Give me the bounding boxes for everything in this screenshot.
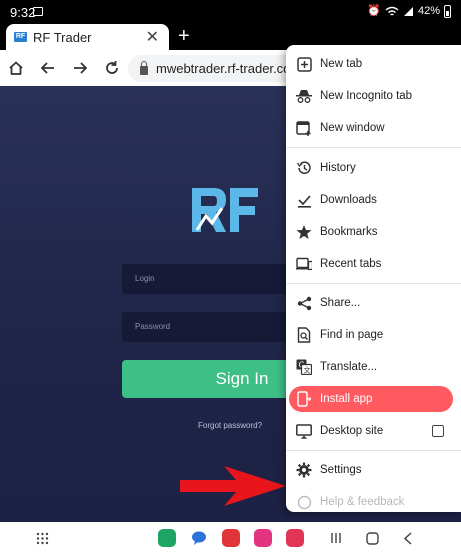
arrow-right-icon	[74, 62, 88, 74]
tab-favicon-icon: RF	[14, 32, 27, 42]
menu-label: New Incognito tab	[320, 90, 413, 102]
wifi-icon	[385, 6, 399, 15]
signal-icon	[403, 6, 413, 16]
menu-item-translate[interactable]: G文 Translate...	[286, 351, 461, 383]
star-icon	[296, 224, 312, 240]
devices-icon	[296, 256, 312, 272]
new-window-icon	[296, 120, 312, 136]
red-arrow-annotation-icon	[180, 466, 286, 506]
menu-label: Settings	[320, 464, 362, 476]
menu-item-downloads[interactable]: Downloads	[286, 184, 461, 216]
menu-label: Bookmarks	[320, 226, 378, 238]
home-nav-icon	[365, 531, 379, 545]
tab-rf-trader[interactable]: RF RF Trader ✕	[6, 24, 169, 50]
address-bar[interactable]: mwebtrader.rf-trader.com/	[128, 55, 308, 82]
install-app-icon	[296, 391, 312, 407]
download-icon	[296, 192, 312, 208]
menu-label: New tab	[320, 58, 363, 70]
camera-app-icon[interactable]	[286, 529, 304, 547]
menu-divider	[286, 283, 461, 284]
arrow-left-icon	[40, 62, 54, 74]
menu-item-bookmarks[interactable]: Bookmarks	[286, 216, 461, 248]
status-time: 9:32	[10, 5, 36, 20]
history-icon	[296, 160, 312, 176]
menu-label: Translate...	[320, 361, 378, 373]
forward-button[interactable]	[68, 56, 92, 80]
menu-item-share[interactable]: Share...	[286, 287, 461, 319]
menu-label: Help & feedback	[320, 496, 405, 508]
menu-divider	[286, 147, 461, 148]
lock-icon	[140, 61, 148, 75]
menu-label: New window	[320, 122, 385, 134]
recents-button[interactable]	[328, 529, 344, 547]
menu-label: Desktop site	[320, 425, 384, 437]
menu-item-find-in-page[interactable]: Find in page	[286, 319, 461, 351]
plus-box-icon	[296, 56, 312, 72]
menu-item-settings[interactable]: Settings	[286, 454, 461, 486]
tab-title: RF Trader	[33, 29, 92, 45]
grid-icon	[36, 532, 48, 544]
messages-app-icon[interactable]	[190, 529, 208, 547]
monitor-icon	[296, 423, 312, 439]
flipboard-app-icon[interactable]	[222, 529, 240, 547]
menu-item-desktop-site[interactable]: Desktop site	[286, 415, 461, 447]
gallery-notification-icon	[33, 7, 43, 16]
back-nav-icon	[403, 531, 412, 545]
desktop-site-checkbox[interactable]	[432, 425, 444, 437]
system-nav-bar	[0, 522, 461, 554]
menu-label: Downloads	[320, 194, 377, 206]
home-nav-button[interactable]	[364, 529, 380, 547]
reload-icon	[106, 61, 118, 74]
forgot-password-link[interactable]: Forgot password?	[198, 421, 262, 430]
menu-label: Install app	[320, 393, 373, 405]
home-button[interactable]	[4, 56, 28, 80]
translate-icon: G文	[296, 359, 312, 375]
blossom-app-icon[interactable]	[254, 529, 272, 547]
svg-text:文: 文	[304, 366, 311, 375]
app-drawer-button[interactable]	[34, 529, 50, 547]
incognito-icon	[296, 88, 312, 104]
menu-item-history[interactable]: History	[286, 152, 461, 184]
battery-icon	[444, 4, 451, 18]
menu-label: Find in page	[320, 329, 384, 341]
alarm-icon: ⏰	[367, 5, 381, 17]
new-tab-button[interactable]: +	[178, 25, 190, 48]
browser-menu: New tab New Incognito tab New window His…	[286, 45, 461, 512]
back-button[interactable]	[36, 56, 60, 80]
status-bar: 9:32 ⏰ 42%	[0, 0, 461, 24]
status-indicators: ⏰ 42%	[367, 4, 451, 18]
menu-item-recent-tabs[interactable]: Recent tabs	[286, 248, 461, 280]
battery-percent: 42%	[417, 5, 440, 17]
recents-icon	[331, 533, 341, 543]
menu-item-new-window[interactable]: New window	[286, 112, 461, 144]
reload-button[interactable]	[100, 56, 124, 80]
rf-logo: RF	[192, 188, 258, 232]
back-nav-button[interactable]	[400, 529, 416, 547]
home-icon	[9, 61, 23, 75]
gear-icon	[296, 462, 312, 478]
menu-divider	[286, 450, 461, 451]
menu-item-help[interactable]: Help & feedback	[286, 486, 461, 512]
find-icon	[296, 327, 312, 343]
phone-app-icon[interactable]	[158, 529, 176, 547]
menu-item-install-app[interactable]: Install app	[286, 383, 461, 415]
menu-label: Share...	[320, 297, 361, 309]
url-text: mwebtrader.rf-trader.com/	[156, 61, 305, 76]
help-icon	[296, 494, 312, 510]
menu-item-new-incognito-tab[interactable]: New Incognito tab	[286, 80, 461, 112]
menu-label: History	[320, 162, 356, 174]
share-icon	[296, 295, 312, 311]
menu-label: Recent tabs	[320, 258, 382, 270]
menu-item-new-tab[interactable]: New tab	[286, 48, 461, 80]
tab-close-icon[interactable]: ✕	[146, 27, 159, 47]
